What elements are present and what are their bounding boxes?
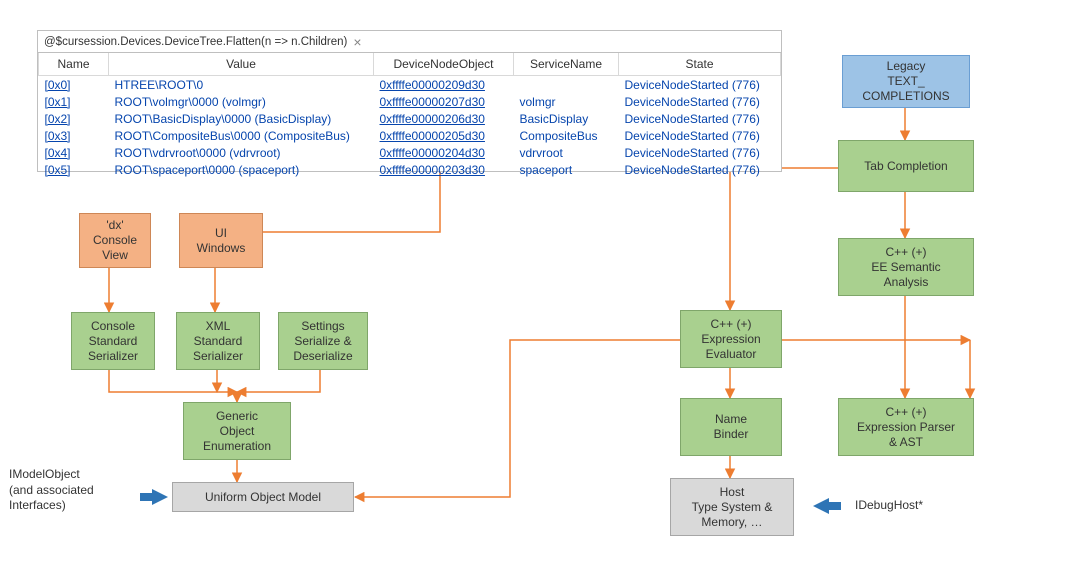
box-expression-evaluator: C++ (+)ExpressionEvaluator bbox=[680, 310, 782, 368]
col-state[interactable]: State bbox=[619, 53, 781, 76]
label-imodelobject: IModelObject(and associatedInterfaces) bbox=[9, 467, 124, 514]
cell: vdrvroot bbox=[514, 144, 619, 161]
cell[interactable]: 0xffffe00000209d30 bbox=[374, 76, 514, 94]
col-value[interactable]: Value bbox=[109, 53, 374, 76]
col-name[interactable]: Name bbox=[39, 53, 109, 76]
cell: DeviceNodeStarted (776) bbox=[619, 76, 781, 94]
cell[interactable]: [0x4] bbox=[39, 144, 109, 161]
cell[interactable]: HTREE\ROOT\0 bbox=[109, 76, 374, 94]
cell[interactable]: ROOT\BasicDisplay\0000 (BasicDisplay) bbox=[109, 110, 374, 127]
cell: DeviceNodeStarted (776) bbox=[619, 144, 781, 161]
cell[interactable]: 0xffffe00000206d30 bbox=[374, 110, 514, 127]
box-console-serializer: ConsoleStandardSerializer bbox=[71, 312, 155, 370]
cell: spaceport bbox=[514, 161, 619, 178]
cell[interactable]: [0x2] bbox=[39, 110, 109, 127]
cell[interactable]: [0x1] bbox=[39, 93, 109, 110]
cell[interactable]: [0x3] bbox=[39, 127, 109, 144]
cell: DeviceNodeStarted (776) bbox=[619, 161, 781, 178]
cell: BasicDisplay bbox=[514, 110, 619, 127]
table-row[interactable]: [0x3]ROOT\CompositeBus\0000 (CompositeBu… bbox=[39, 127, 781, 144]
label-idebughost: IDebugHost* bbox=[855, 498, 923, 514]
col-obj[interactable]: DeviceNodeObject bbox=[374, 53, 514, 76]
cell[interactable]: [0x5] bbox=[39, 161, 109, 178]
cell: DeviceNodeStarted (776) bbox=[619, 110, 781, 127]
cell: DeviceNodeStarted (776) bbox=[619, 127, 781, 144]
arrow-idebughost-icon bbox=[813, 498, 829, 514]
box-expression-parser-ast: C++ (+)Expression Parser& AST bbox=[838, 398, 974, 456]
close-icon[interactable]: × bbox=[353, 34, 361, 50]
cell[interactable]: 0xffffe00000207d30 bbox=[374, 93, 514, 110]
box-tab-completion: Tab Completion bbox=[838, 140, 974, 192]
tab-bar: @$cursession.Devices.DeviceTree.Flatten(… bbox=[38, 31, 781, 53]
arrow-imodel-icon bbox=[152, 489, 168, 505]
table-row[interactable]: [0x2]ROOT\BasicDisplay\0000 (BasicDispla… bbox=[39, 110, 781, 127]
box-legacy-text-completions: LegacyTEXT_COMPLETIONS bbox=[842, 55, 970, 108]
box-generic-enum: GenericObjectEnumeration bbox=[183, 402, 291, 460]
device-tree-table: @$cursession.Devices.DeviceTree.Flatten(… bbox=[37, 30, 782, 172]
table-row[interactable]: [0x5]ROOT\spaceport\0000 (spaceport)0xff… bbox=[39, 161, 781, 178]
box-name-binder: NameBinder bbox=[680, 398, 782, 456]
box-ui-windows: UIWindows bbox=[179, 213, 263, 268]
box-dx-console-view: 'dx'ConsoleView bbox=[79, 213, 151, 268]
cell[interactable]: ROOT\volmgr\0000 (volmgr) bbox=[109, 93, 374, 110]
cell[interactable]: 0xffffe00000205d30 bbox=[374, 127, 514, 144]
cell: volmgr bbox=[514, 93, 619, 110]
cell[interactable]: ROOT\CompositeBus\0000 (CompositeBus) bbox=[109, 127, 374, 144]
table-row[interactable]: [0x1]ROOT\volmgr\0000 (volmgr)0xffffe000… bbox=[39, 93, 781, 110]
box-xml-serializer: XMLStandardSerializer bbox=[176, 312, 260, 370]
box-uniform-object-model: Uniform Object Model bbox=[172, 482, 354, 512]
cell bbox=[514, 76, 619, 94]
box-ee-semantic: C++ (+)EE SemanticAnalysis bbox=[838, 238, 974, 296]
box-settings-serialize: SettingsSerialize &Deserialize bbox=[278, 312, 368, 370]
table-row[interactable]: [0x0]HTREE\ROOT\00xffffe00000209d30 Devic… bbox=[39, 76, 781, 94]
cell: DeviceNodeStarted (776) bbox=[619, 93, 781, 110]
table-row[interactable]: [0x4]ROOT\vdrvroot\0000 (vdrvroot)0xffff… bbox=[39, 144, 781, 161]
cell[interactable]: [0x0] bbox=[39, 76, 109, 94]
col-svc[interactable]: ServiceName bbox=[514, 53, 619, 76]
tab-title[interactable]: @$cursession.Devices.DeviceTree.Flatten(… bbox=[44, 36, 347, 48]
cell: CompositeBus bbox=[514, 127, 619, 144]
cell[interactable]: ROOT\vdrvroot\0000 (vdrvroot) bbox=[109, 144, 374, 161]
device-table: Name Value DeviceNodeObject ServiceName … bbox=[38, 53, 781, 178]
cell[interactable]: 0xffffe00000203d30 bbox=[374, 161, 514, 178]
cell[interactable]: ROOT\spaceport\0000 (spaceport) bbox=[109, 161, 374, 178]
cell[interactable]: 0xffffe00000204d30 bbox=[374, 144, 514, 161]
box-host-type-system: HostType System &Memory, … bbox=[670, 478, 794, 536]
